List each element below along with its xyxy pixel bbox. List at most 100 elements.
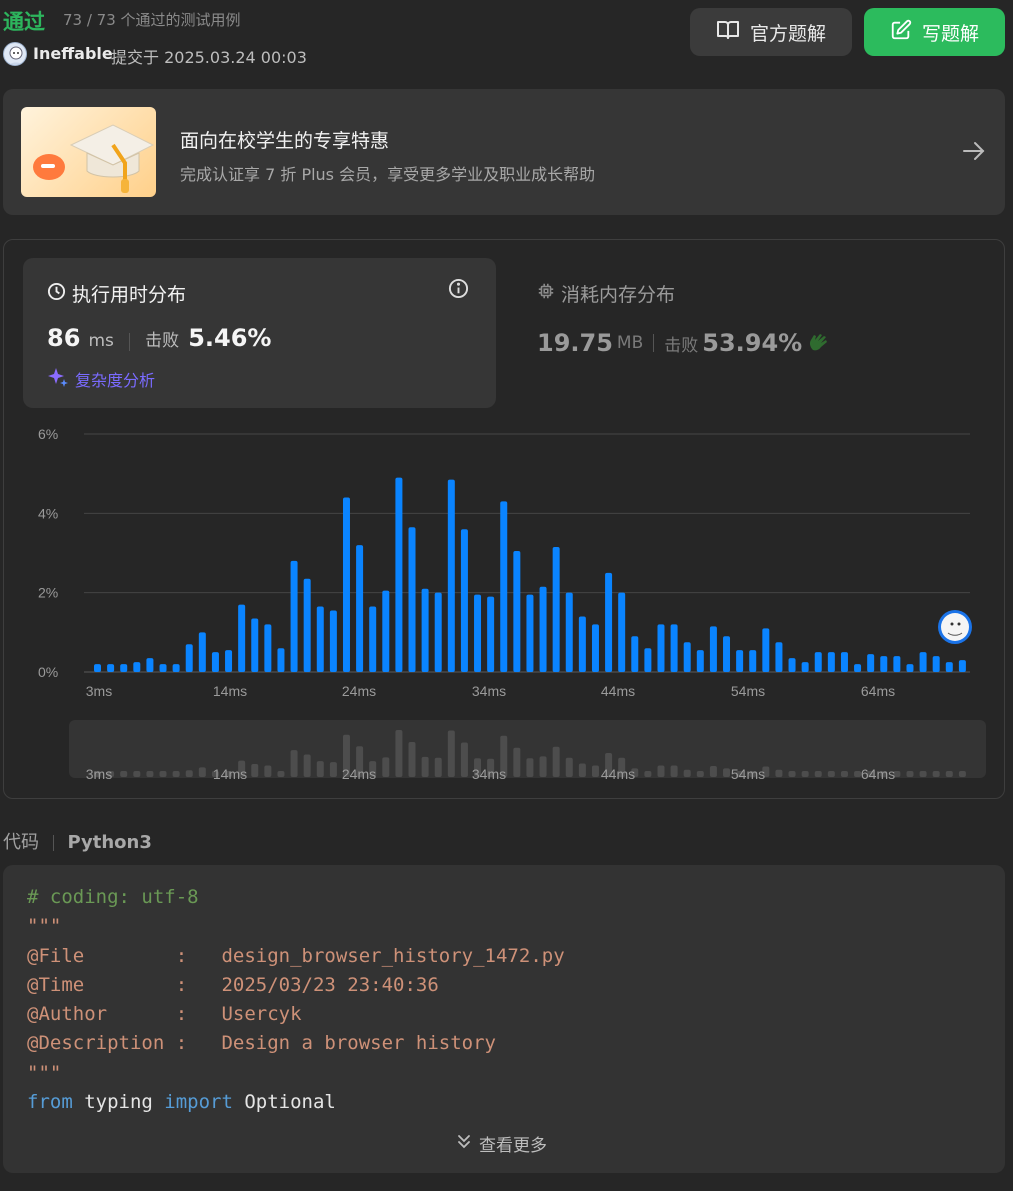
student-promo-banner[interactable]: 面向在校学生的专享特惠 完成认证享 7 折 Plus 会员，享受更多学业及职业成… [3,89,1005,215]
bar [644,648,652,672]
arrow-right-icon[interactable] [961,139,987,167]
bar [945,662,953,672]
mini-bar [159,771,167,777]
show-more-label: 查看更多 [479,1136,547,1156]
mini-bar [801,771,809,777]
bar [185,644,193,672]
code-block[interactable]: # coding: utf-8 """ @File : design_browser… [3,865,1005,1173]
mini-bar [552,746,560,777]
bar [159,664,167,672]
official-solution-button[interactable]: 官方题解 [690,8,852,56]
complexity-analysis-link[interactable]: 复杂度分析 [47,366,155,392]
code-token: Optional [232,1091,336,1114]
memory-beats-label: 击败 [664,335,699,356]
mini-bar [906,771,914,777]
bar [958,660,966,672]
runtime-card[interactable]: 执行用时分布 86 ms 击败 5.46% 复杂度分析 [23,258,496,408]
mini-bar [198,767,206,777]
bar [591,624,599,672]
mini-bar [421,756,429,777]
mini-bar [683,769,691,777]
mini-bar [185,770,193,777]
divider [129,332,131,351]
mini-bar [395,729,403,777]
mini-bar [408,741,416,777]
mini-bar [788,771,796,777]
x-tick-label: 54ms [731,683,765,699]
code-language: Python3 [67,832,152,853]
performance-panel: 执行用时分布 86 ms 击败 5.46% 复杂度分析 消耗内存分布 19.75 [3,239,1005,799]
memory-beats-value: 53.94% [702,329,803,357]
mini-bar [120,771,128,777]
runtime-beats-value: 5.46% [188,324,272,352]
avatar[interactable] [3,42,27,66]
bar [500,501,508,672]
mini-x-tick-label: 44ms [601,766,635,782]
code-token: """ [27,915,62,938]
username[interactable]: Ineffable [33,44,113,63]
mini-bar [919,771,927,777]
runtime-title: 执行用时分布 [72,284,187,306]
bar [487,596,495,672]
write-solution-button[interactable]: 写题解 [864,8,1005,56]
mini-bar [146,771,154,777]
bar [513,551,521,672]
mini-bar [591,765,599,777]
bar [238,604,246,672]
mini-x-tick-label: 14ms [213,766,247,782]
runtime-title-row: 执行用时分布 [47,280,186,307]
mini-bar [723,768,731,777]
bar [749,650,757,672]
mini-bar [827,771,835,777]
memory-unit: MB [616,333,644,353]
bar [382,590,390,672]
bar [526,594,534,672]
x-tick-label: 44ms [601,683,635,699]
memory-value: 19.75 [537,329,613,357]
bar [290,560,298,672]
bar [605,572,613,672]
chip-icon [537,282,555,305]
code-token: @Author : Usercyk [27,1003,302,1026]
runtime-metric-row: 86 ms 击败 5.46% [47,324,271,352]
info-icon[interactable] [448,278,469,303]
bar [277,648,285,672]
show-more-button[interactable]: 查看更多 [455,1131,547,1156]
bar [408,527,416,672]
mini-bar [329,762,337,777]
code-line: # coding: utf-8 [27,883,565,912]
code-header: 代码 Python3 [3,828,152,854]
graduation-cap-icon [21,107,156,197]
mini-x-tick-label: 3ms [86,766,112,782]
code-line: from typing import Optional [27,1088,565,1117]
bar [251,618,259,672]
bar [827,652,835,672]
sparkle-icon [47,366,69,392]
mini-bar [303,754,311,777]
mini-bar [251,764,259,777]
mini-bar [814,771,822,777]
mini-bar [434,757,442,777]
bar [342,497,350,672]
memory-card[interactable]: 消耗内存分布 19.75 MB 击败 53.94% [537,280,829,357]
memory-title-row: 消耗内存分布 [537,280,829,307]
complexity-analysis-label: 复杂度分析 [75,371,156,390]
mini-bar [133,771,141,777]
code-line: @Time : 2025/03/23 23:40:36 [27,971,565,1000]
clock-icon [47,282,66,306]
code-line: @Description : Design a browser history [27,1029,565,1058]
bar [723,636,731,672]
mini-x-tick-label: 34ms [472,766,506,782]
bar [264,624,272,672]
bar [303,578,311,672]
runtime-beats-label: 击败 [145,331,180,351]
bar [107,664,115,672]
code-line: """ [27,912,565,941]
user-position-avatar[interactable] [938,610,972,644]
mini-x-tick-label: 64ms [861,766,895,782]
x-tick-label: 34ms [472,683,506,699]
bar [460,529,468,672]
bar [867,654,875,672]
runtime-distribution-chart[interactable]: 0% 2% 4% 6% 3ms 14ms 24ms 34ms 44ms 54ms 64ms 3ms 14… [4,410,1004,790]
bar [329,610,337,672]
